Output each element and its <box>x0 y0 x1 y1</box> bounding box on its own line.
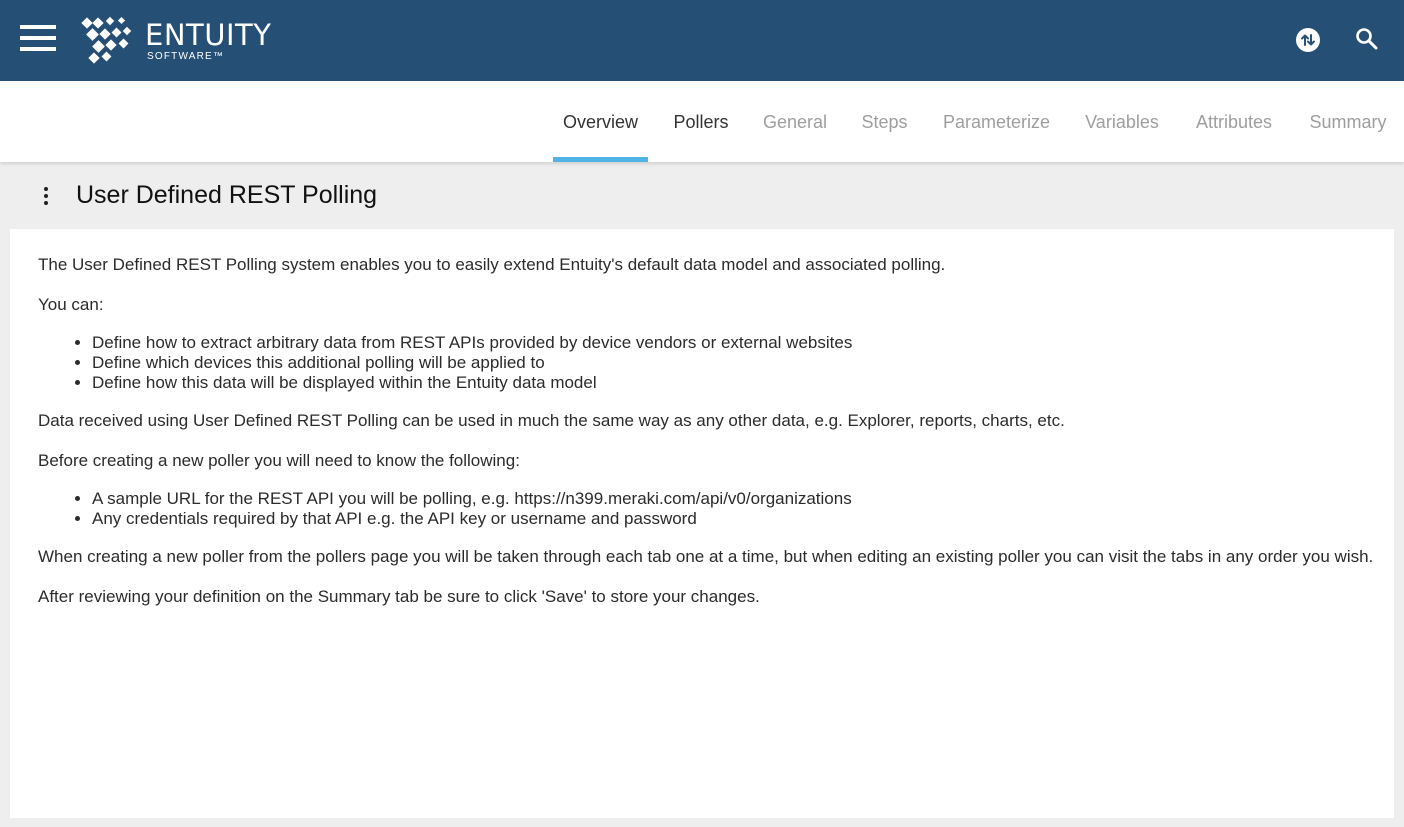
list-item: Define how to extract arbitrary data fro… <box>92 333 1378 353</box>
sync-icon[interactable] <box>1296 28 1320 52</box>
tab-bar: Overview Pollers General Steps Parameter… <box>0 81 1404 162</box>
menu-icon[interactable] <box>20 25 56 51</box>
tab-label: Pollers <box>673 112 729 132</box>
app-header: ENTUITY SOFTWARE™ <box>0 0 1404 81</box>
tab-label: Overview <box>562 112 638 132</box>
search-icon[interactable] <box>1354 26 1380 52</box>
workflow-text: When creating a new poller from the poll… <box>38 547 1374 566</box>
capabilities-list: Define how to extract arbitrary data fro… <box>38 333 1378 393</box>
page-title: User Defined REST Polling <box>76 181 378 209</box>
list-item: A sample URL for the REST API you will b… <box>92 489 1378 509</box>
intro-text: The User Defined REST Polling system ena… <box>38 255 946 274</box>
list-item: Define which devices this additional pol… <box>92 353 1378 373</box>
tab-attributes[interactable]: Attributes <box>1185 81 1283 162</box>
overview-content: The User Defined REST Polling system ena… <box>38 255 1378 627</box>
list-item: Any credentials required by that API e.g… <box>92 509 1378 529</box>
tab-pollers[interactable]: Pollers <box>664 81 738 162</box>
brand-name: ENTUITY <box>145 18 272 52</box>
tab-label: Parameterize <box>942 112 1051 132</box>
entuity-logo[interactable]: ENTUITY SOFTWARE™ <box>80 14 280 66</box>
overview-card: The User Defined REST Polling system ena… <box>10 229 1394 818</box>
you-can-label: You can: <box>38 295 104 314</box>
tab-label: Steps <box>861 112 908 132</box>
tab-summary[interactable]: Summary <box>1300 81 1396 162</box>
tab-label: Attributes <box>1195 112 1273 132</box>
tab-variables[interactable]: Variables <box>1076 81 1168 162</box>
tab-general[interactable]: General <box>754 81 836 162</box>
tab-label: Summary <box>1309 112 1387 132</box>
save-note-text: After reviewing your definition on the S… <box>38 587 760 606</box>
tab-label: Variables <box>1085 112 1159 132</box>
data-usage-text: Data received using User Defined REST Po… <box>38 411 1065 430</box>
active-tab-indicator <box>553 157 648 162</box>
tab-label: General <box>762 112 828 132</box>
more-options-icon[interactable] <box>36 183 56 209</box>
before-creating-text: Before creating a new poller you will ne… <box>38 451 520 470</box>
entuity-logo-icon <box>81 16 132 64</box>
requirements-list: A sample URL for the REST API you will b… <box>38 489 1378 529</box>
tab-steps[interactable]: Steps <box>852 81 917 162</box>
tab-overview[interactable]: Overview <box>553 81 648 162</box>
brand-subtitle: SOFTWARE™ <box>147 51 225 62</box>
list-item: Define how this data will be displayed w… <box>92 373 1378 393</box>
tab-parameterize[interactable]: Parameterize <box>934 81 1059 162</box>
